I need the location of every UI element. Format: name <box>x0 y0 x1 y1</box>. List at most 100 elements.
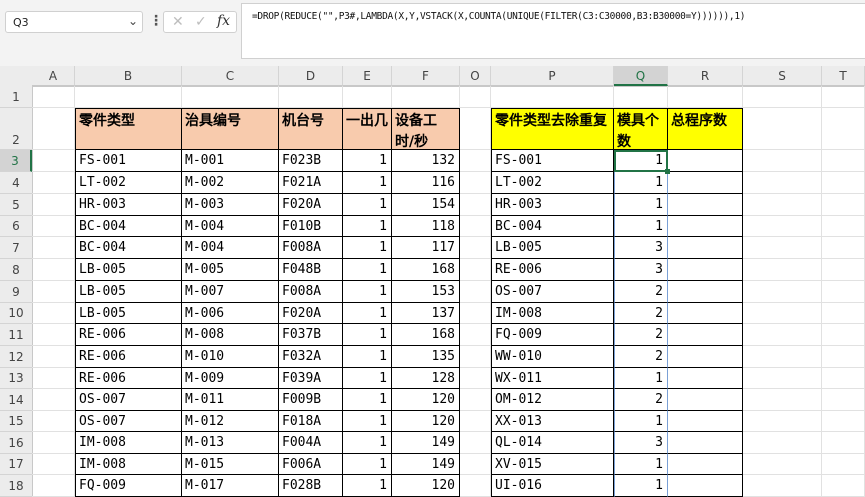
grid-cell[interactable] <box>460 389 491 411</box>
left-table-cell[interactable]: RE-006 <box>75 324 182 346</box>
grid-cell[interactable] <box>822 303 865 324</box>
grid-cell[interactable] <box>32 259 75 281</box>
column-header-o[interactable]: O <box>460 66 491 86</box>
right-table-header[interactable]: 模具个数 <box>614 108 668 150</box>
grid-cell[interactable] <box>822 172 865 194</box>
grid-cell[interactable] <box>32 324 75 346</box>
right-table-cell[interactable] <box>668 237 743 259</box>
row-header-8[interactable]: 8 <box>0 259 32 281</box>
column-header-t[interactable]: T <box>822 66 865 86</box>
grid-cell[interactable] <box>460 108 491 150</box>
right-table-cell[interactable]: 2 <box>614 303 668 324</box>
right-table-cell[interactable] <box>668 346 743 368</box>
left-table-cell[interactable]: 153 <box>392 281 460 303</box>
column-header-p[interactable]: P <box>491 66 614 86</box>
right-table-cell[interactable]: 1 <box>614 454 668 475</box>
grid-cell[interactable] <box>668 86 743 108</box>
grid-cell[interactable] <box>743 346 822 368</box>
left-table-cell[interactable]: 117 <box>392 237 460 259</box>
grid-cell[interactable] <box>460 454 491 475</box>
row-header-1[interactable]: 1 <box>0 86 32 108</box>
column-header-f[interactable]: F <box>392 66 460 86</box>
left-table-cell[interactable]: M-005 <box>182 259 279 281</box>
row-header-6[interactable]: 6 <box>0 216 32 237</box>
grid-cell[interactable] <box>822 432 865 454</box>
grid-cell[interactable] <box>279 86 343 108</box>
grid-cell[interactable] <box>460 172 491 194</box>
right-table-cell[interactable]: 3 <box>614 237 668 259</box>
right-table-cell[interactable] <box>668 368 743 389</box>
formula-input[interactable]: =DROP(REDUCE("",P3#,LAMBDA(X,Y,VSTACK(X,… <box>241 3 865 59</box>
grid-cell[interactable] <box>743 432 822 454</box>
left-table-cell[interactable]: M-002 <box>182 172 279 194</box>
grid-cell[interactable] <box>460 259 491 281</box>
right-table-cell[interactable]: 2 <box>614 324 668 346</box>
left-table-cell[interactable]: F048B <box>279 259 343 281</box>
grid-cell[interactable] <box>460 432 491 454</box>
grid-cell[interactable] <box>743 194 822 216</box>
left-table-header[interactable]: 设备工时/秒 <box>392 108 460 150</box>
grid-cell[interactable] <box>32 237 75 259</box>
left-table-cell[interactable]: 1 <box>343 389 392 411</box>
left-table-cell[interactable]: 1 <box>343 150 392 172</box>
grid-cell[interactable] <box>822 475 865 497</box>
right-table-cell[interactable]: 1 <box>614 194 668 216</box>
left-table-cell[interactable]: 120 <box>392 389 460 411</box>
row-header-18[interactable]: 18 <box>0 475 32 497</box>
left-table-header[interactable]: 治具编号 <box>182 108 279 150</box>
left-table-cell[interactable]: 154 <box>392 194 460 216</box>
right-table-cell[interactable]: 2 <box>614 389 668 411</box>
grid-cell[interactable] <box>75 86 182 108</box>
grid-cell[interactable] <box>460 237 491 259</box>
left-table-cell[interactable]: 128 <box>392 368 460 389</box>
left-table-cell[interactable]: F008A <box>279 281 343 303</box>
right-table-cell[interactable]: HR-003 <box>491 194 614 216</box>
right-table-cell[interactable]: LB-005 <box>491 237 614 259</box>
row-header-13[interactable]: 13 <box>0 368 32 389</box>
grid-cell[interactable] <box>743 86 822 108</box>
right-table-cell[interactable]: FS-001 <box>491 150 614 172</box>
grid-cell[interactable] <box>822 150 865 172</box>
left-table-cell[interactable]: LT-002 <box>75 172 182 194</box>
left-table-cell[interactable]: 1 <box>343 259 392 281</box>
chevron-down-icon[interactable]: ⌄ <box>128 14 138 28</box>
left-table-cell[interactable]: F032A <box>279 346 343 368</box>
left-table-cell[interactable]: 1 <box>343 172 392 194</box>
left-table-cell[interactable]: F037B <box>279 324 343 346</box>
left-table-cell[interactable]: 132 <box>392 150 460 172</box>
more-icon[interactable]: ⋮ <box>149 13 163 29</box>
grid-cell[interactable] <box>614 86 668 108</box>
grid-cell[interactable] <box>32 108 75 150</box>
left-table-cell[interactable]: M-003 <box>182 194 279 216</box>
grid-cell[interactable] <box>460 281 491 303</box>
left-table-cell[interactable]: HR-003 <box>75 194 182 216</box>
column-header-b[interactable]: B <box>75 66 182 86</box>
grid-cell[interactable] <box>822 324 865 346</box>
grid-cell[interactable] <box>822 86 865 108</box>
grid-cell[interactable] <box>822 411 865 432</box>
left-table-header[interactable]: 机台号 <box>279 108 343 150</box>
left-table-cell[interactable]: M-012 <box>182 411 279 432</box>
grid-cell[interactable] <box>822 216 865 237</box>
left-table-cell[interactable]: BC-004 <box>75 216 182 237</box>
left-table-cell[interactable]: M-015 <box>182 454 279 475</box>
left-table-cell[interactable]: M-004 <box>182 216 279 237</box>
right-table-cell[interactable]: 1 <box>614 216 668 237</box>
grid-cell[interactable] <box>743 389 822 411</box>
right-table-cell[interactable]: 2 <box>614 346 668 368</box>
right-table-cell[interactable]: WX-011 <box>491 368 614 389</box>
grid-cell[interactable] <box>743 281 822 303</box>
grid-cell[interactable] <box>743 303 822 324</box>
cancel-icon[interactable]: ✕ <box>172 14 184 30</box>
left-table-cell[interactable]: F008A <box>279 237 343 259</box>
right-table-cell[interactable]: OM-012 <box>491 389 614 411</box>
column-header-d[interactable]: D <box>279 66 343 86</box>
grid-cell[interactable] <box>743 259 822 281</box>
left-table-cell[interactable]: IM-008 <box>75 454 182 475</box>
left-table-cell[interactable]: F010B <box>279 216 343 237</box>
left-table-cell[interactable]: 1 <box>343 454 392 475</box>
left-table-cell[interactable]: 1 <box>343 411 392 432</box>
column-header-s[interactable]: S <box>743 66 822 86</box>
grid-cell[interactable] <box>743 237 822 259</box>
left-table-cell[interactable]: 1 <box>343 346 392 368</box>
